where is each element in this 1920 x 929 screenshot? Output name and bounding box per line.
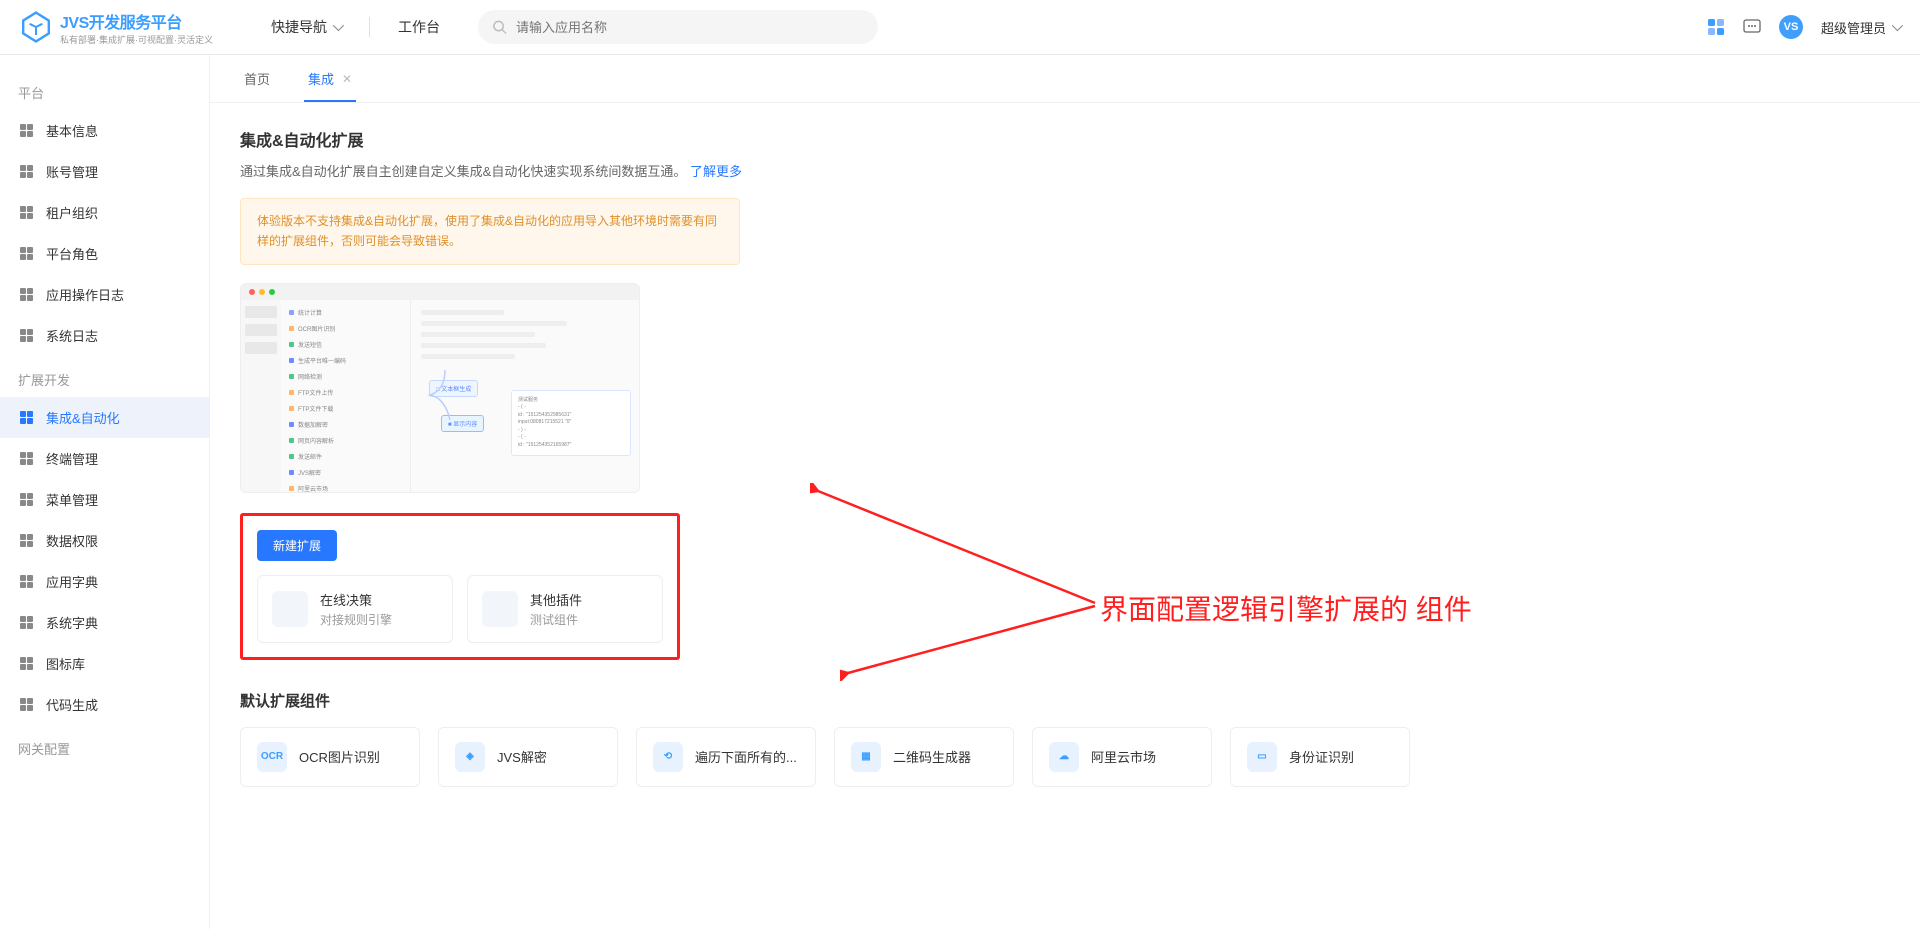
sidebar-item[interactable]: 终端管理 — [0, 438, 209, 479]
component-icon: ◈ — [455, 742, 485, 772]
plugin-card[interactable]: 在线决策对接规则引擎 — [257, 575, 453, 643]
sidebar-item[interactable]: 租户组织 — [0, 192, 209, 233]
grid-icon — [20, 534, 34, 548]
content: 集成&自动化扩展 通过集成&自动化扩展自主创建自定义集成&自动化快速实现系统间数… — [210, 103, 1920, 929]
warning-banner: 体验版本不支持集成&自动化扩展，使用了集成&自动化的应用导入其他环境时需要有同样… — [240, 198, 740, 265]
grid-icon — [20, 616, 34, 630]
grid-icon — [20, 288, 34, 302]
new-extension-button[interactable]: 新建扩展 — [257, 530, 337, 561]
component-icon: ▦ — [851, 742, 881, 772]
learn-more-link[interactable]: 了解更多 — [690, 164, 742, 179]
logo-title: JVS开发服务平台 — [60, 9, 213, 33]
app-header: JVS开发服务平台 私有部署·集成扩展·可视配置·灵活定义 快捷导航 工作台 V… — [0, 0, 1920, 55]
grid-icon — [20, 698, 34, 712]
highlighted-section: 新建扩展 在线决策对接规则引擎其他插件测试组件 — [240, 513, 680, 660]
logo-icon — [20, 11, 52, 43]
annotation-arrow-2 — [840, 601, 1100, 681]
sidebar-item[interactable]: 数据权限 — [0, 520, 209, 561]
grid-icon — [20, 247, 34, 261]
default-component-card[interactable]: ⟲遍历下面所有的... — [636, 727, 816, 787]
default-components-title: 默认扩展组件 — [240, 690, 1890, 711]
sidebar-item[interactable]: 账号管理 — [0, 151, 209, 192]
tab[interactable]: 集成✕ — [304, 55, 356, 102]
nav-workspace[interactable]: 工作台 — [380, 0, 458, 55]
search-box — [478, 10, 878, 44]
sidebar-item[interactable]: 集成&自动化 — [0, 397, 209, 438]
user-menu[interactable]: 超级管理员 — [1821, 18, 1900, 37]
plugin-icon — [482, 591, 518, 627]
sidebar-item[interactable]: 系统字典 — [0, 602, 209, 643]
sidebar-group-label: 平台 — [0, 75, 209, 110]
page-title: 集成&自动化扩展 — [240, 127, 1890, 151]
default-component-card[interactable]: ◈JVS解密 — [438, 727, 618, 787]
grid-icon — [20, 493, 34, 507]
sidebar-item[interactable]: 菜单管理 — [0, 479, 209, 520]
chat-icon[interactable] — [1743, 18, 1761, 36]
grid-icon — [20, 575, 34, 589]
logo[interactable]: JVS开发服务平台 私有部署·集成扩展·可视配置·灵活定义 — [20, 9, 213, 46]
default-component-card[interactable]: OCROCR图片识别 — [240, 727, 420, 787]
preview-illustration: 统计计算OCR图片识别发送短信生成平台唯一编码网络检测FTP文件上传FTP文件下… — [240, 283, 640, 493]
grid-icon — [20, 411, 34, 425]
sidebar-item[interactable]: 应用操作日志 — [0, 274, 209, 315]
default-component-card[interactable]: ☁阿里云市场 — [1032, 727, 1212, 787]
sidebar-item[interactable]: 基本信息 — [0, 110, 209, 151]
annotation-text: 界面配置逻辑引擎扩展的 组件 — [1100, 588, 1472, 628]
header-right: VS 超级管理员 — [1707, 15, 1900, 39]
sidebar-item[interactable]: 代码生成 — [0, 684, 209, 725]
sidebar-item[interactable]: 图标库 — [0, 643, 209, 684]
grid-icon — [20, 657, 34, 671]
sidebar-item[interactable]: 应用字典 — [0, 561, 209, 602]
grid-icon — [20, 165, 34, 179]
chevron-down-icon — [333, 20, 344, 31]
main-area: 首页集成✕ 集成&自动化扩展 通过集成&自动化扩展自主创建自定义集成&自动化快速… — [210, 55, 1920, 929]
apps-icon[interactable] — [1707, 18, 1725, 36]
page-description: 通过集成&自动化扩展自主创建自定义集成&自动化快速实现系统间数据互通。 了解更多 — [240, 161, 1890, 180]
plugin-icon — [272, 591, 308, 627]
default-component-card[interactable]: ▦二维码生成器 — [834, 727, 1014, 787]
tab-bar: 首页集成✕ — [210, 55, 1920, 103]
sidebar-group-label: 网关配置 — [0, 731, 209, 766]
component-icon: ▭ — [1247, 742, 1277, 772]
close-icon[interactable]: ✕ — [342, 72, 352, 86]
sidebar-item[interactable]: 系统日志 — [0, 315, 209, 356]
grid-icon — [20, 452, 34, 466]
default-component-card[interactable]: ▭身份证识别 — [1230, 727, 1410, 787]
annotation-arrow-1 — [810, 483, 1100, 613]
grid-icon — [20, 206, 34, 220]
component-icon: ☁ — [1049, 742, 1079, 772]
sidebar-group-label: 扩展开发 — [0, 362, 209, 397]
component-icon: ⟲ — [653, 742, 683, 772]
grid-icon — [20, 329, 34, 343]
plugin-card[interactable]: 其他插件测试组件 — [467, 575, 663, 643]
chevron-down-icon — [1892, 20, 1903, 31]
logo-subtitle: 私有部署·集成扩展·可视配置·灵活定义 — [60, 33, 213, 46]
grid-icon — [20, 124, 34, 138]
tab[interactable]: 首页 — [240, 55, 274, 102]
sidebar: 平台基本信息账号管理租户组织平台角色应用操作日志系统日志扩展开发集成&自动化终端… — [0, 55, 210, 929]
sidebar-item[interactable]: 平台角色 — [0, 233, 209, 274]
component-icon: OCR — [257, 742, 287, 772]
search-input[interactable] — [478, 10, 878, 44]
avatar[interactable]: VS — [1779, 15, 1803, 39]
search-icon — [492, 20, 507, 35]
nav-quick[interactable]: 快捷导航 — [253, 0, 359, 55]
